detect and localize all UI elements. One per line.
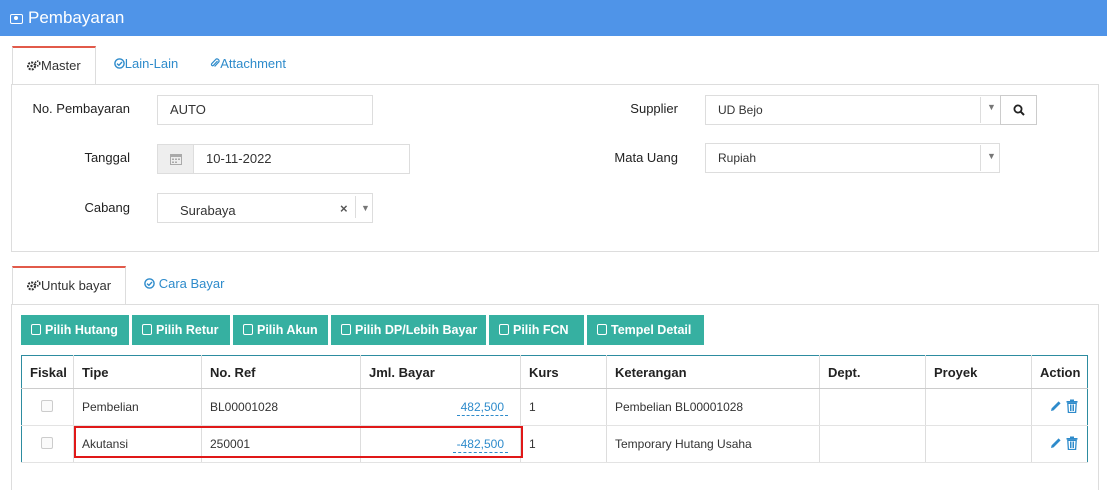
mata-uang-label: Mata Uang	[614, 150, 678, 165]
pilih-retur-button[interactable]: Pilih Retur	[132, 315, 230, 345]
check-circle-icon	[144, 278, 155, 289]
clear-icon[interactable]: ×	[340, 201, 348, 216]
kurs-cell: 1	[520, 425, 607, 463]
tab-attachment-label: Attachment	[220, 56, 286, 71]
master-tabs: Master Lain-Lain Attachment	[12, 46, 300, 85]
action-button-row: Pilih Hutang Pilih Retur Pilih Akun Pili…	[21, 315, 704, 345]
cabang-label: Cabang	[84, 200, 130, 215]
tab-untuk-bayar[interactable]: Untuk bayar	[12, 266, 127, 305]
col-dept: Dept.	[819, 355, 926, 389]
copy-icon	[243, 324, 253, 335]
tempel-detail-button[interactable]: Tempel Detail	[587, 315, 704, 345]
button-label: Tempel Detail	[611, 323, 692, 337]
search-icon	[1013, 104, 1025, 116]
col-kurs: Kurs	[520, 355, 607, 389]
action-cell	[1031, 425, 1088, 463]
fiskal-checkbox[interactable]	[41, 399, 53, 412]
button-label: Pilih DP/Lebih Bayar	[355, 323, 478, 337]
fiskal-cell	[21, 388, 74, 426]
button-label: Pilih Retur	[156, 323, 219, 337]
pencil-icon[interactable]	[1050, 437, 1062, 449]
col-no-ref: No. Ref	[201, 355, 361, 389]
paste-icon	[597, 324, 607, 335]
tab-cara-bayar-label: Cara Bayar	[158, 276, 225, 291]
proyek-cell	[925, 425, 1032, 463]
col-proyek: Proyek	[925, 355, 1032, 389]
table-header-row: Fiskal Tipe No. Ref Jml. Bayar Kurs Kete…	[21, 355, 1088, 389]
chevron-down-icon[interactable]: ▼	[987, 102, 996, 112]
window-title: Pembayaran	[28, 8, 125, 27]
copy-icon	[31, 324, 41, 335]
pencil-icon[interactable]	[1050, 400, 1062, 412]
supplier-label: Supplier	[630, 101, 678, 116]
tanggal-field[interactable]: 10-11-2022	[193, 144, 410, 174]
calendar-button[interactable]	[157, 144, 194, 174]
button-label: Pilih Akun	[257, 323, 318, 337]
dept-cell	[819, 425, 926, 463]
tab-master-label: Master	[41, 58, 81, 73]
check-circle-icon	[113, 58, 125, 69]
tab-cara-bayar[interactable]: Cara Bayar	[126, 266, 238, 304]
copy-icon	[341, 324, 351, 335]
chevron-down-icon[interactable]: ▼	[987, 151, 996, 161]
gears-icon	[27, 280, 41, 291]
col-jml-bayar: Jml. Bayar	[360, 355, 521, 389]
tipe-cell: Akutansi	[73, 425, 202, 463]
copy-icon	[142, 324, 152, 335]
col-keterangan: Keterangan	[606, 355, 820, 389]
tab-attachment[interactable]: Attachment	[192, 46, 300, 84]
kurs-cell: 1	[520, 388, 607, 426]
no-pembayaran-field[interactable]: AUTO	[157, 95, 373, 125]
tipe-cell: Pembelian	[73, 388, 202, 426]
tab-master[interactable]: Master	[12, 46, 96, 85]
tanggal-label: Tanggal	[84, 150, 130, 165]
fiskal-cell	[21, 425, 74, 463]
no-ref-cell: 250001	[201, 425, 361, 463]
copy-icon	[499, 324, 509, 335]
col-action: Action	[1031, 355, 1088, 389]
cabang-value: Surabaya	[180, 203, 236, 218]
pilih-akun-button[interactable]: Pilih Akun	[233, 315, 328, 345]
keterangan-cell: Pembelian BL00001028	[606, 388, 820, 426]
chevron-down-icon[interactable]: ▼	[361, 203, 370, 213]
trash-icon[interactable]	[1066, 436, 1078, 450]
keterangan-cell: Temporary Hutang Usaha	[606, 425, 820, 463]
col-fiskal: Fiskal	[21, 355, 74, 389]
jml-bayar-editable[interactable]: 482,500	[456, 400, 508, 416]
button-label: Pilih Hutang	[45, 323, 118, 337]
camera-icon	[10, 13, 23, 24]
pilih-fcn-button[interactable]: Pilih FCN	[489, 315, 584, 345]
tab-lain-lain[interactable]: Lain-Lain	[96, 46, 193, 84]
trash-icon[interactable]	[1066, 399, 1078, 413]
mata-uang-divider	[980, 145, 981, 171]
supplier-select[interactable]: UD Bejo	[705, 95, 1001, 125]
table-row: Akutansi 250001 -482,500 1 Temporary Hut…	[21, 425, 1088, 463]
supplier-search-button[interactable]	[1000, 95, 1037, 125]
gears-icon	[27, 60, 41, 71]
pilih-dp-button[interactable]: Pilih DP/Lebih Bayar	[331, 315, 486, 345]
jml-bayar-cell: 482,500	[360, 388, 521, 426]
table-row: Pembelian BL00001028 482,500 1 Pembelian…	[21, 388, 1088, 426]
no-pembayaran-label: No. Pembayaran	[32, 101, 130, 116]
button-label: Pilih FCN	[513, 323, 569, 337]
supplier-divider	[980, 97, 981, 123]
window-title-bar: Pembayaran	[0, 0, 1107, 36]
jml-bayar-cell: -482,500	[360, 425, 521, 463]
mata-uang-select[interactable]: Rupiah	[705, 143, 1000, 173]
detail-table: Fiskal Tipe No. Ref Jml. Bayar Kurs Kete…	[21, 355, 1088, 463]
calendar-icon	[170, 154, 182, 165]
fiskal-checkbox[interactable]	[41, 436, 53, 449]
jml-bayar-editable[interactable]: -482,500	[452, 437, 508, 453]
proyek-cell	[925, 388, 1032, 426]
tab-untuk-bayar-label: Untuk bayar	[41, 278, 112, 293]
col-tipe: Tipe	[73, 355, 202, 389]
dept-cell	[819, 388, 926, 426]
tab-lain-lain-label: Lain-Lain	[124, 56, 179, 71]
no-ref-cell: BL00001028	[201, 388, 361, 426]
cabang-divider	[355, 196, 356, 218]
pilih-hutang-button[interactable]: Pilih Hutang	[21, 315, 129, 345]
detail-tabs: Untuk bayar Cara Bayar	[12, 266, 238, 305]
action-cell	[1031, 388, 1088, 426]
paperclip-icon	[211, 58, 220, 67]
